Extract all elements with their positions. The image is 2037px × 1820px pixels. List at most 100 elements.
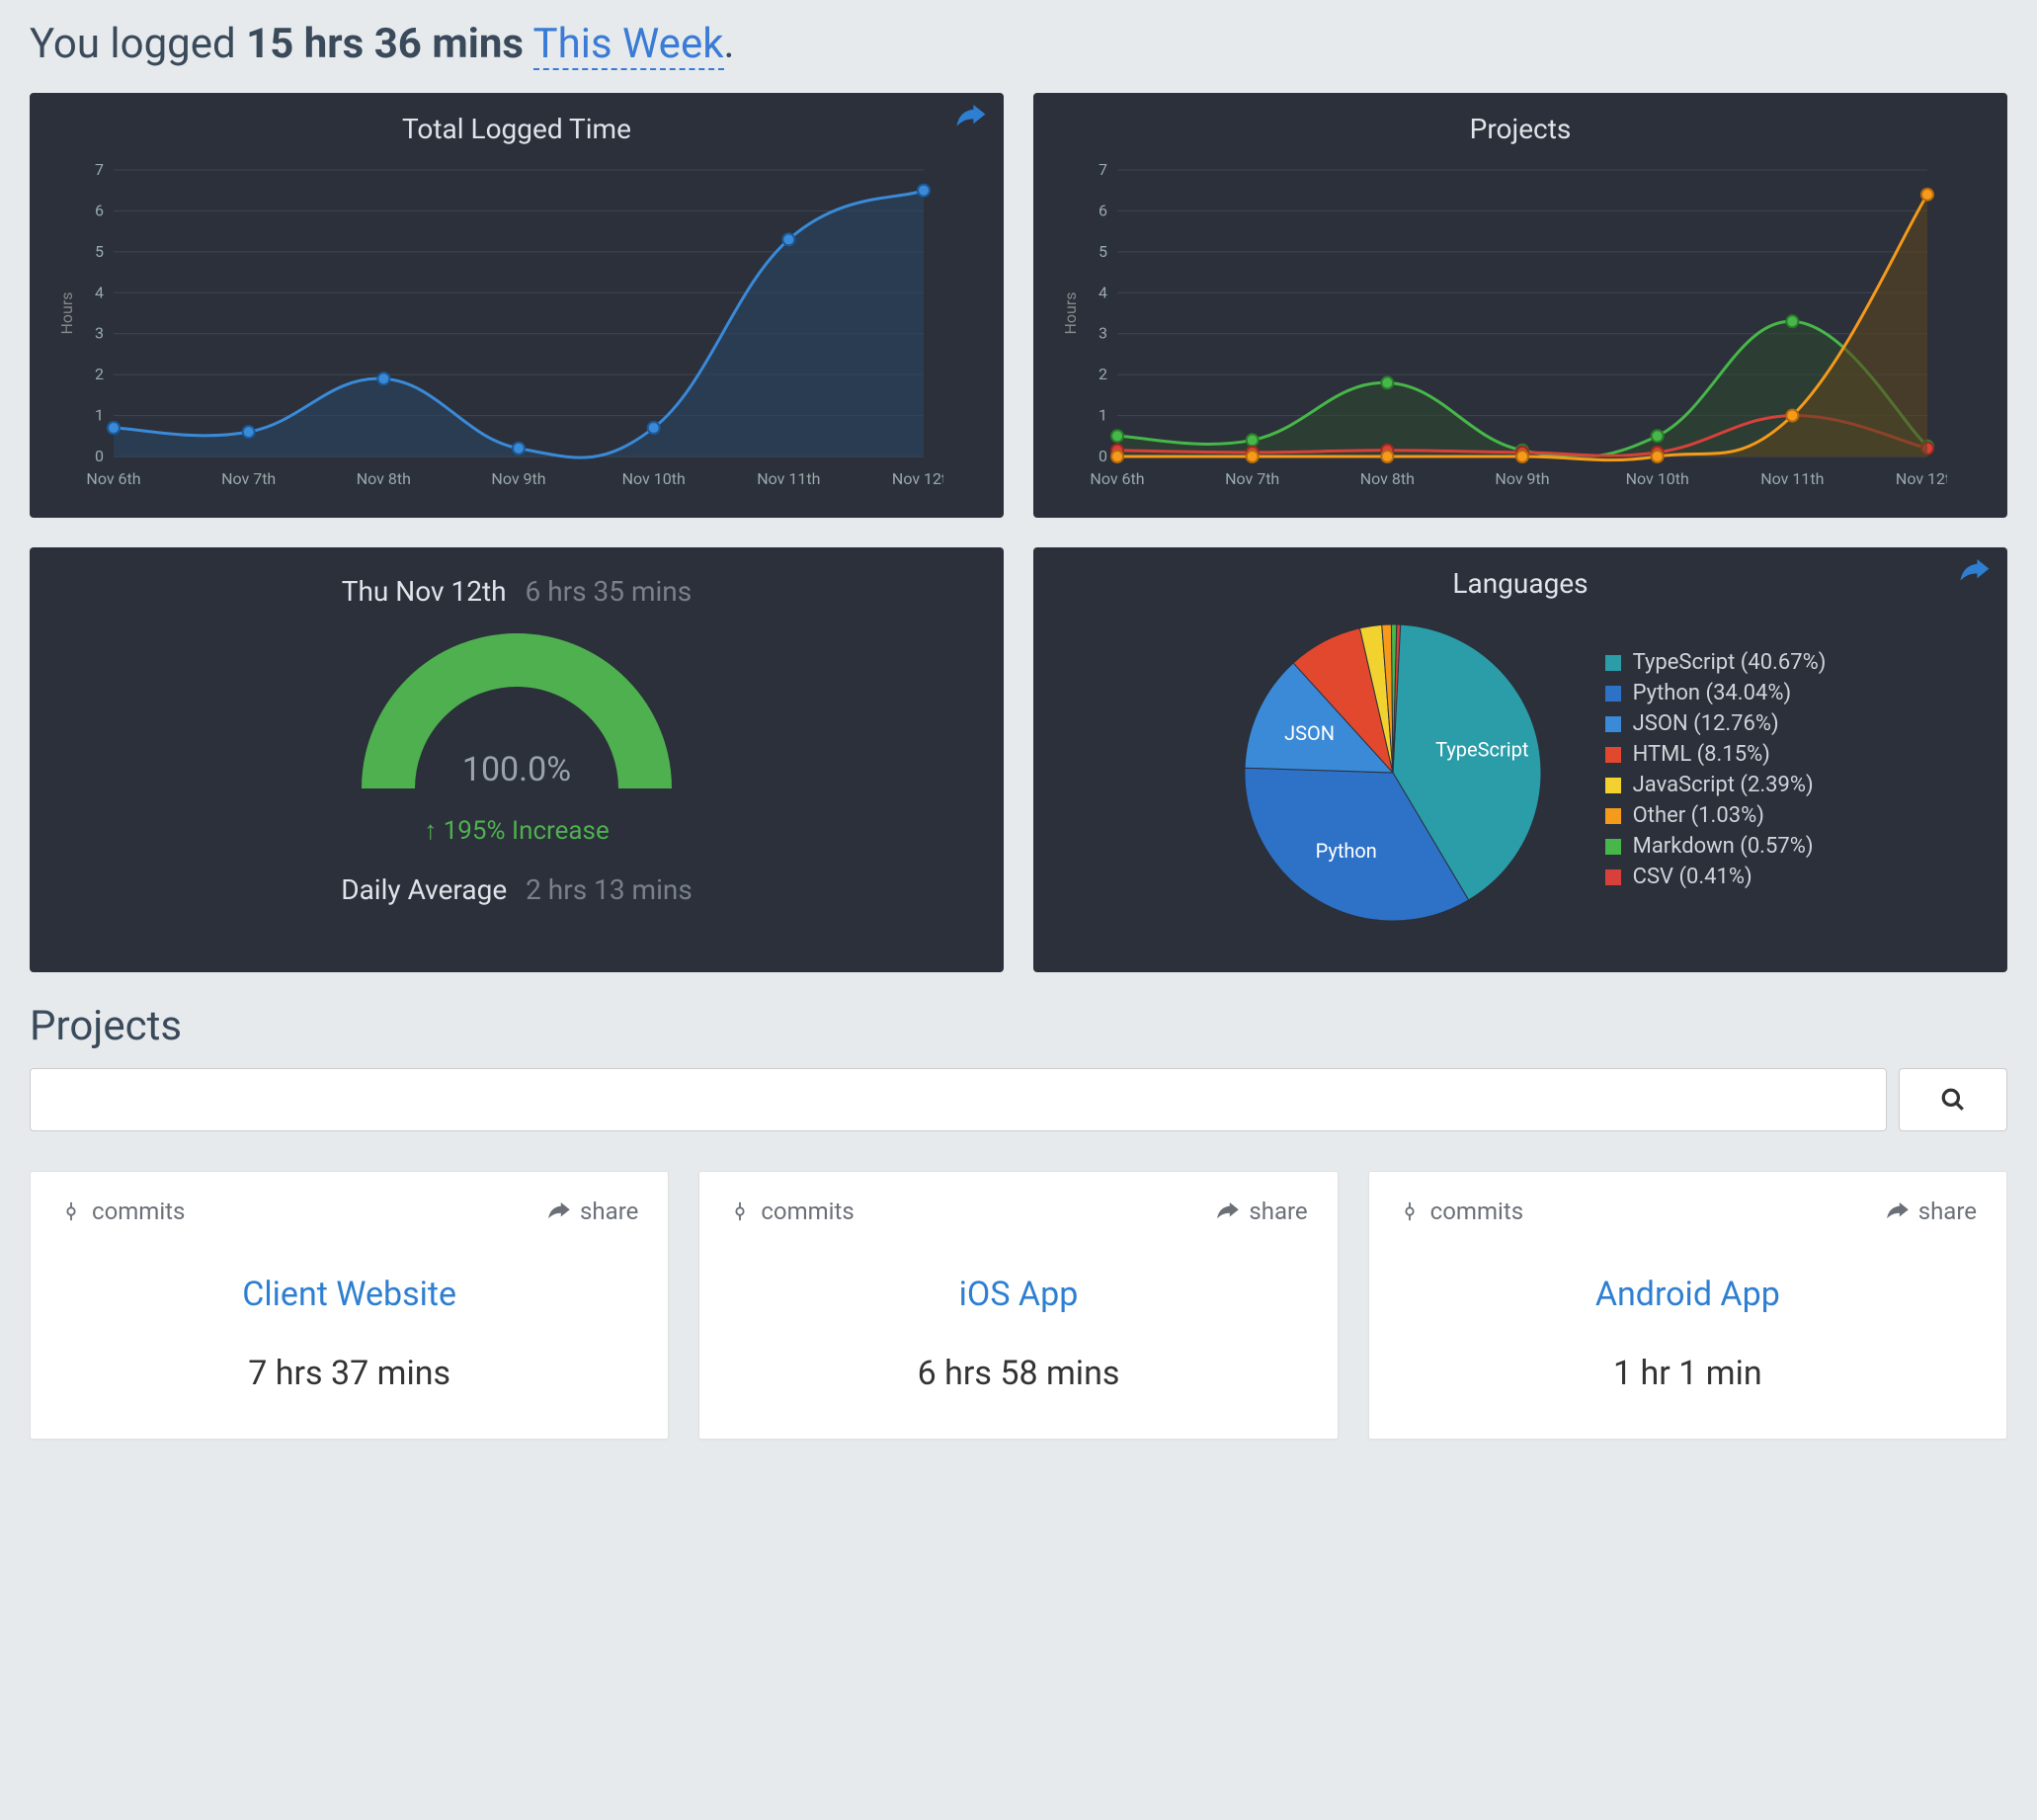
legend-label: Python (34.04%) [1633,681,1791,705]
commits-label: commits [92,1198,185,1225]
legend-label: Other (1.03%) [1633,803,1764,828]
commits-label: commits [1430,1198,1523,1225]
legend-item: CSV (0.41%) [1605,865,1827,889]
svg-text:Nov 12th: Nov 12th [892,469,943,488]
commits-link[interactable]: commits [729,1198,854,1225]
project-cards-row: commits share Client Website 7 hrs 37 mi… [30,1171,2007,1440]
svg-text:2: 2 [1099,365,1107,383]
headline-duration: 15 hrs 36 mins [246,20,524,68]
legend-swatch [1605,869,1621,885]
legend-label: JavaScript (2.39%) [1633,773,1814,797]
legend-item: TypeScript (40.67%) [1605,650,1827,675]
svg-text:Hours: Hours [1061,291,1080,334]
project-name-link[interactable]: iOS App [729,1275,1307,1314]
svg-text:1: 1 [95,406,104,425]
svg-text:4: 4 [95,283,104,301]
languages-pie-chart: TypeScriptPythonJSON [1215,615,1571,931]
headline: You logged 15 hrs 36 mins This Week. [30,20,2007,68]
project-card: commits share Client Website 7 hrs 37 mi… [30,1171,669,1440]
panel-title: Total Logged Time [54,113,979,145]
projects-chart-panel: Projects Hours01234567Nov 6thNov 7thNov … [1033,93,2007,518]
svg-text:Nov 8th: Nov 8th [1360,469,1415,488]
legend-label: TypeScript (40.67%) [1633,650,1827,675]
svg-text:6: 6 [1099,201,1107,219]
legend-swatch [1605,716,1621,732]
svg-text:Nov 12th: Nov 12th [1896,469,1947,488]
daily-gauge-panel: Thu Nov 12th 6 hrs 35 mins 100.0% ↑ 195%… [30,547,1004,972]
svg-text:Nov 9th: Nov 9th [1495,469,1549,488]
svg-text:7: 7 [1099,160,1107,179]
legend-item: JavaScript (2.39%) [1605,773,1827,797]
legend-item: Markdown (0.57%) [1605,834,1827,859]
share-link[interactable]: share [548,1198,638,1225]
svg-text:7: 7 [95,160,104,179]
legend-item: HTML (8.15%) [1605,742,1827,767]
svg-text:Nov 8th: Nov 8th [357,469,411,488]
svg-text:0: 0 [95,447,104,465]
legend-swatch [1605,778,1621,793]
legend-label: HTML (8.15%) [1633,742,1770,767]
project-card: commits share iOS App 6 hrs 58 mins [698,1171,1338,1440]
commit-icon [1399,1200,1421,1222]
arrow-up-icon: ↑ [424,816,437,846]
share-icon [1887,1202,1909,1220]
svg-text:3: 3 [1099,324,1107,343]
total-logged-time-chart: Hours01234567Nov 6thNov 7thNov 8thNov 9t… [54,160,943,496]
search-icon [1940,1087,1966,1113]
svg-text:Hours: Hours [57,291,76,334]
share-link[interactable]: share [1887,1198,1977,1225]
svg-text:Nov 11th: Nov 11th [1760,469,1824,488]
svg-text:Nov 7th: Nov 7th [221,469,276,488]
headline-prefix: You logged [30,20,246,68]
commits-link[interactable]: commits [60,1198,185,1225]
svg-text:4: 4 [1099,283,1107,301]
legend-item: Python (34.04%) [1605,681,1827,705]
avg-label: Daily Average [341,873,507,906]
legend-swatch [1605,747,1621,763]
legend-swatch [1605,655,1621,671]
legend-swatch [1605,686,1621,702]
projects-heading: Projects [30,1002,2007,1050]
project-card: commits share Android App 1 hr 1 min [1368,1171,2007,1440]
commit-icon [60,1200,82,1222]
svg-text:1: 1 [1099,406,1107,425]
svg-text:Nov 10th: Nov 10th [1626,469,1689,488]
svg-text:5: 5 [95,242,104,261]
time-range-link[interactable]: This Week [533,20,724,70]
svg-text:6: 6 [95,201,104,219]
share-icon[interactable] [1960,559,1990,587]
svg-text:Nov 9th: Nov 9th [491,469,545,488]
project-name-link[interactable]: Android App [1399,1275,1977,1314]
avg-value: 2 hrs 13 mins [526,873,693,906]
svg-text:TypeScript: TypeScript [1435,738,1528,762]
share-link[interactable]: share [1217,1198,1307,1225]
languages-panel: Languages TypeScriptPythonJSON TypeScrip… [1033,547,2007,972]
svg-text:Nov 6th: Nov 6th [86,469,140,488]
share-label: share [580,1198,638,1225]
search-button[interactable] [1899,1068,2007,1131]
projects-chart: Hours01234567Nov 6thNov 7thNov 8thNov 9t… [1058,160,1947,496]
headline-suffix: . [724,20,735,68]
gauge-header: Thu Nov 12th 6 hrs 35 mins [54,575,979,608]
share-icon[interactable] [956,105,986,132]
gauge-percent: 100.0% [354,750,680,789]
commits-label: commits [761,1198,854,1225]
project-search-row [30,1068,2007,1131]
commit-icon [729,1200,751,1222]
svg-text:Nov 11th: Nov 11th [757,469,820,488]
legend-swatch [1605,808,1621,824]
share-icon [1217,1202,1239,1220]
gauge-average: Daily Average 2 hrs 13 mins [54,873,979,906]
commits-link[interactable]: commits [1399,1198,1523,1225]
project-search-input[interactable] [30,1068,1887,1131]
svg-text:3: 3 [95,324,104,343]
legend-swatch [1605,839,1621,855]
gauge-change-text: 195% Increase [444,816,610,846]
svg-text:JSON: JSON [1284,721,1335,745]
panel-title: Languages [1058,567,1983,600]
share-label: share [1249,1198,1307,1225]
gauge-date: Thu Nov 12th [342,575,507,608]
gauge-duration: 6 hrs 35 mins [526,575,693,608]
legend-label: Markdown (0.57%) [1633,834,1814,859]
project-name-link[interactable]: Client Website [60,1275,638,1314]
